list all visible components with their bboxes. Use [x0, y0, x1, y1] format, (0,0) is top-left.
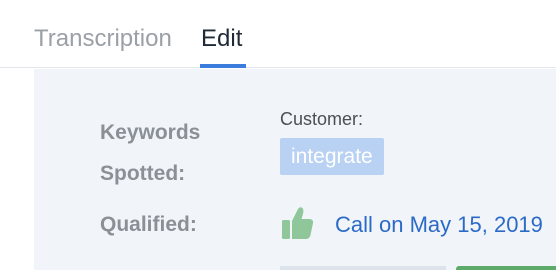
qualified-label: Qualified:	[100, 213, 197, 236]
keyword-tag[interactable]: integrate	[280, 138, 384, 175]
secondary-button[interactable]	[280, 266, 446, 270]
active-tab-indicator	[200, 64, 246, 68]
thumbs-up-icon	[282, 206, 314, 240]
call-link[interactable]: Call on May 15, 2019	[335, 211, 543, 239]
keywords-spotted-label: Keywords Spotted:	[100, 121, 201, 185]
speaker-label: Customer:	[280, 109, 364, 129]
tab-edit[interactable]: Edit	[201, 24, 242, 54]
tab-bar: Transcription Edit	[0, 0, 556, 68]
tab-transcription[interactable]: Transcription	[34, 24, 172, 54]
primary-button[interactable]	[456, 266, 556, 270]
